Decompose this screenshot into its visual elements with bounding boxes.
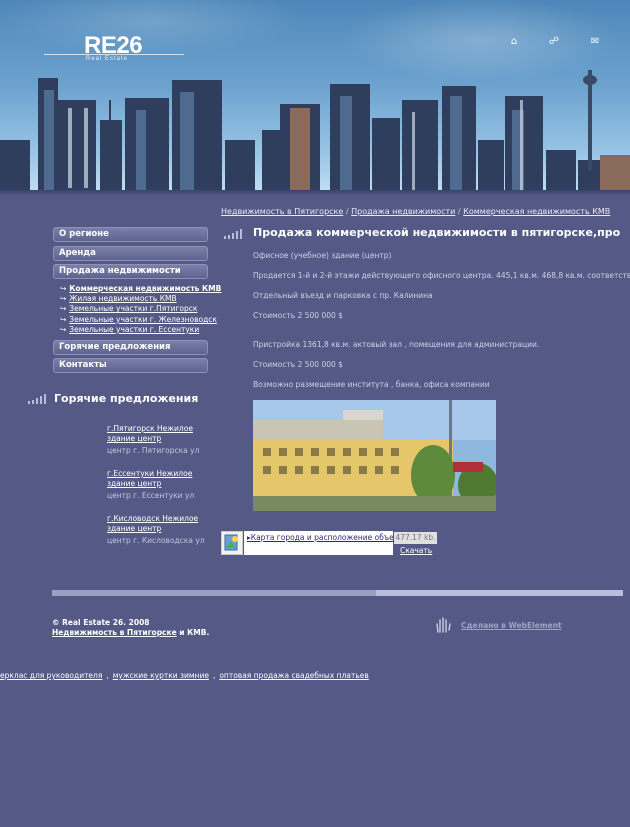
arrow-icon: ↪ [60,314,67,324]
breadcrumb-item[interactable]: Коммерческая недвижимость КМВ [463,207,610,216]
bars-icon [28,394,50,404]
copyright-text: © Real Estate 26. 2008 [52,618,150,627]
offer-location: центр г. Кисловодска ул [107,536,205,545]
header-banner: RE26 Real Estate ⌂ ☍ ✉ [0,0,630,196]
subnav-item-label[interactable]: Земельные участки г. Железноводск [69,315,217,324]
site-logo[interactable]: RE26 Real Estate [44,32,184,64]
ad-separator: , [106,671,109,680]
offer-item: г.Пятигорск Нежилое здание центр центр г… [107,424,217,456]
subnav-item[interactable]: ↪ Земельные участки г.Пятигорск [60,304,221,314]
breadcrumb-item[interactable]: Недвижимость в Пятигорске [221,207,343,216]
subnav-item[interactable]: ↪ Земельные участки г. Ессентуки [60,325,221,335]
subnav-item-label[interactable]: Земельные участки г.Пятигорск [69,304,197,313]
nav-item-rent[interactable]: Аренда [53,246,208,261]
breadcrumb-item[interactable]: Продажа недвижимости [351,207,455,216]
attachment-link-label[interactable]: Карта города и расположение объекта [251,533,407,542]
offer-item: г.Ессентуки Нежилое здание центр центр г… [107,469,217,501]
arrow-icon: ↪ [60,304,67,314]
subnav-item[interactable]: ↪ Жилая недвижимость КМВ [60,294,221,304]
subnav-item[interactable]: ↪ Коммерческая недвижимость КМВ [60,284,221,294]
footer-suffix: и КМВ. [176,628,210,637]
offer-item: г.Кисловодск Нежилое здание центр центр … [107,514,217,546]
map-file-icon[interactable] [221,531,243,555]
footer-divider-left [52,590,376,596]
ad-link[interactable]: мужские куртки зимние [113,671,209,680]
nav-item-hot-offers[interactable]: Горячие предложения [53,340,208,355]
arrow-icon: ↪ [60,324,67,334]
page-title: Продажа коммерческой недвижимости в пяти… [253,226,621,239]
nav-item-contacts[interactable]: Контакты [53,358,208,373]
offer-location: центр г. Пятигорска ул [107,446,200,455]
breadcrumb-separator: / [457,207,461,216]
ads-links: ерклас для руководителя, мужские куртки з… [0,671,369,680]
footer-divider [52,590,623,596]
sitemap-icon[interactable]: ☍ [548,36,560,48]
breadcrumb-separator: / [345,207,349,216]
logo-subtext: Real Estate [86,56,129,62]
copyright: © Real Estate 26. 2008 Недвижимость в Пя… [52,618,209,638]
breadcrumb: Недвижимость в Пятигорске / Продажа недв… [221,207,610,216]
subnav-item[interactable]: ↪ Земельные участки г. Железноводск [60,315,221,325]
made-by-link[interactable]: Сделано в WebElement [461,621,562,630]
offer-location: центр г. Ессентуки ул [107,491,195,500]
file-size-badge: 477.17 kb. [394,532,437,544]
header-bottom-band [0,190,630,196]
home-icon[interactable]: ⌂ [508,36,520,48]
offer-title[interactable]: г.Пятигорск Нежилое здание центр [107,424,217,444]
offer-title[interactable]: г.Кисловодск Нежилое здание центр [107,514,217,534]
content-paragraph: Стоимость 2 500 000 $ [253,360,343,369]
content-paragraph: Возможно размещение института , банка, о… [253,380,490,389]
content-paragraph: Продается 1-й и 2-й этажи действующего о… [253,271,630,280]
attachment-link[interactable]: ▸Карта города и расположение объекта [247,533,407,542]
arrow-icon: ↪ [60,284,67,293]
bars-icon [224,229,246,239]
subnav-list: ↪ Коммерческая недвижимость КМВ ↪ Жилая не… [60,284,221,335]
download-link[interactable]: Скачать [400,546,432,555]
content-paragraph: Стоимость 2 500 000 $ [253,311,343,320]
nav-item-region[interactable]: О регионе [53,227,208,242]
ad-separator: , [212,671,216,680]
building-photo [253,400,496,511]
subnav-item-label[interactable]: Земельные участки г. Ессентуки [69,325,199,334]
offer-title[interactable]: г.Ессентуки Нежилое здание центр [107,469,217,489]
ad-link[interactable]: оптовая продажа свадебных платьев [219,671,368,680]
city-skyline-image [0,70,630,196]
footer-home-link[interactable]: Недвижимость в Пятигорске [52,628,177,637]
content-paragraph: Отдельный въезд и парковка с пр. Калинин… [253,291,433,300]
subnav-item-label[interactable]: Коммерческая недвижимость КМВ [69,284,221,293]
content-paragraph: Пристройка 1361,8 кв.м. актовый зал , по… [253,340,540,349]
content-paragraph: Офисное (учебное) здание (центр) [253,251,392,260]
ad-link[interactable]: ерклас для руководителя [0,671,102,680]
subnav-item-label[interactable]: Жилая недвижимость КМВ [69,294,176,303]
hot-offers-title: Горячие предложения [54,392,199,405]
mail-icon[interactable]: ✉ [589,36,601,48]
arrow-icon: ↪ [60,294,67,304]
hand-icon [433,615,453,635]
footer-divider-right [376,590,623,596]
nav-item-sale[interactable]: Продажа недвижимости [53,264,208,279]
